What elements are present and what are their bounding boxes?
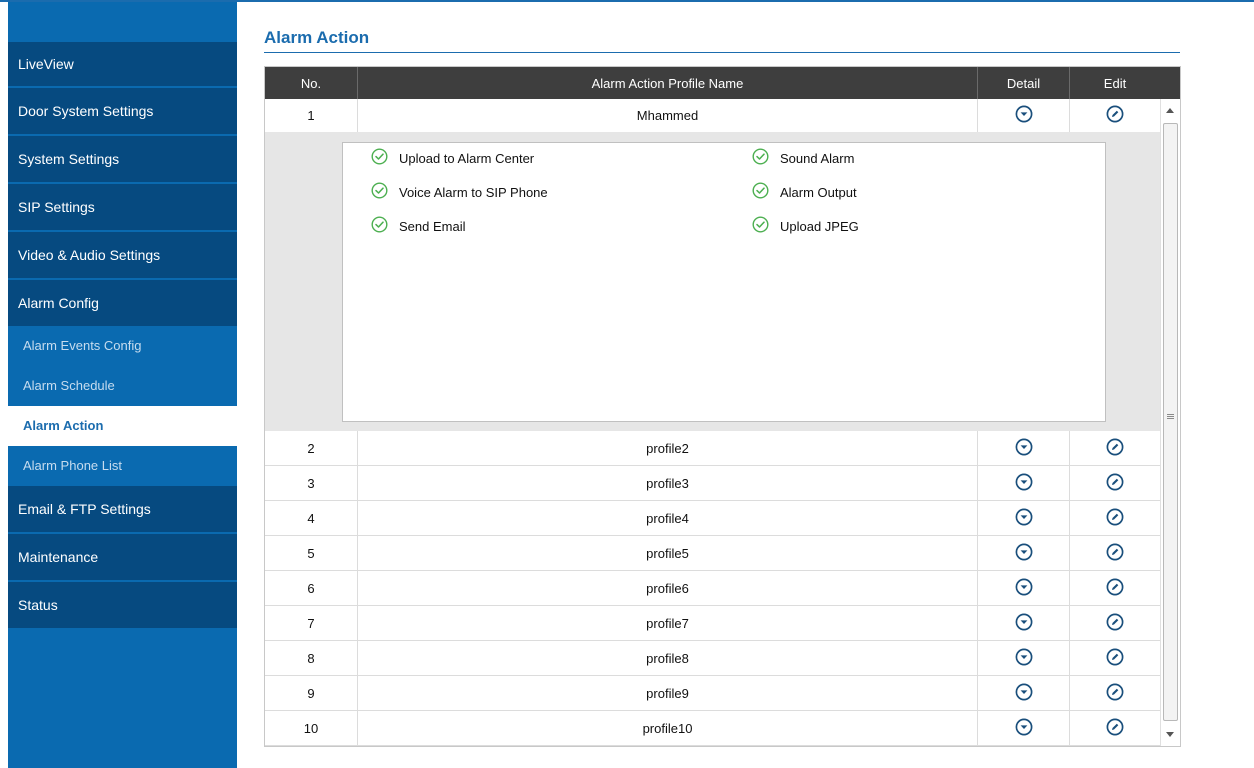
table-row: 6 profile6 [265,571,1180,606]
title-divider [264,52,1180,53]
row-profile-name: profile7 [358,606,978,640]
expanded-detail-panel: Upload to Alarm Center Voice Alarm to SI… [265,132,1180,431]
action-label: Voice Alarm to SIP Phone [399,184,548,200]
sidebar-item-email-ftp-settings[interactable]: Email & FTP Settings [8,486,237,532]
table-row: 8 profile8 [265,641,1180,676]
row-profile-name: profile4 [358,501,978,535]
table-row: 5 profile5 [265,536,1180,571]
row-number: 5 [265,536,358,570]
scroll-up-arrow-icon[interactable] [1166,108,1174,113]
chevron-down-circle-icon[interactable] [1015,718,1033,739]
action-item: Upload to Alarm Center [371,148,534,168]
check-circle-icon [371,216,399,236]
sidebar-item-door-system-settings[interactable]: Door System Settings [8,88,237,134]
sidebar-item-maintenance[interactable]: Maintenance [8,534,237,580]
table-row: 9 profile9 [265,676,1180,711]
row-number: 10 [265,711,358,745]
sidebar-subitem-alarm-schedule[interactable]: Alarm Schedule [8,366,237,406]
grip-icon [1167,414,1174,415]
sidebar-subitem-alarm-events-config[interactable]: Alarm Events Config [8,326,237,366]
pencil-circle-icon[interactable] [1106,105,1124,126]
check-circle-icon [752,148,780,168]
header-profile-name: Alarm Action Profile Name [358,67,978,99]
chevron-down-circle-icon[interactable] [1015,578,1033,599]
sidebar-item-liveview[interactable]: LiveView [8,42,237,86]
chevron-down-circle-icon[interactable] [1015,613,1033,634]
table-scrollbar[interactable] [1160,99,1180,746]
row-number: 3 [265,466,358,500]
action-item: Sound Alarm [752,148,854,168]
row-profile-name: profile3 [358,466,978,500]
pencil-circle-icon[interactable] [1106,578,1124,599]
header-detail: Detail [978,67,1070,99]
scroll-down-arrow-icon[interactable] [1166,732,1174,737]
chevron-down-circle-icon[interactable] [1015,438,1033,459]
chevron-down-circle-icon[interactable] [1015,543,1033,564]
pencil-circle-icon[interactable] [1106,508,1124,529]
alarm-action-table: No. Alarm Action Profile Name Detail Edi… [264,66,1181,747]
row-number: 2 [265,431,358,465]
header-no: No. [265,67,358,99]
table-row: 3 profile3 [265,466,1180,501]
action-item: Alarm Output [752,182,857,202]
sidebar-item-video-audio-settings[interactable]: Video & Audio Settings [8,232,237,278]
row-number: 8 [265,641,358,675]
table-row: 2 profile2 [265,431,1180,466]
sidebar-item-status[interactable]: Status [8,582,237,628]
row-profile-name: profile5 [358,536,978,570]
action-label: Sound Alarm [780,150,855,166]
pencil-circle-icon[interactable] [1106,683,1124,704]
row-profile-name: profile6 [358,571,978,605]
pencil-circle-icon[interactable] [1106,648,1124,669]
sidebar-subitem-alarm-phone-list[interactable]: Alarm Phone List [8,446,237,486]
chevron-down-circle-icon[interactable] [1015,473,1033,494]
table-row: 10 profile10 [265,711,1180,746]
row-number: 1 [265,99,358,132]
table-header: No. Alarm Action Profile Name Detail Edi… [265,67,1180,99]
pencil-circle-icon[interactable] [1106,613,1124,634]
row-profile-name: profile9 [358,676,978,710]
row-number: 7 [265,606,358,640]
row-profile-name: profile10 [358,711,978,745]
sidebar-subitem-alarm-action[interactable]: Alarm Action [8,406,237,446]
action-item: Send Email [371,216,465,236]
sidebar: LiveView Door System Settings System Set… [8,2,237,768]
check-circle-icon [371,182,399,202]
chevron-down-circle-icon[interactable] [1015,508,1033,529]
pencil-circle-icon[interactable] [1106,473,1124,494]
header-edit: Edit [1103,75,1127,91]
row-profile-name: profile8 [358,641,978,675]
page-title: Alarm Action [264,28,370,47]
row-profile-name: profile2 [358,431,978,465]
sidebar-item-alarm-config[interactable]: Alarm Config [8,280,237,326]
chevron-down-circle-icon[interactable] [1015,683,1033,704]
table-row: 1 Mhammed [265,99,1180,132]
pencil-circle-icon[interactable] [1106,438,1124,459]
action-label: Upload to Alarm Center [399,150,535,166]
check-circle-icon [752,182,780,202]
sidebar-nav: LiveView Door System Settings System Set… [8,42,237,630]
scrollbar-thumb[interactable] [1163,123,1178,721]
row-profile-name: Mhammed [358,99,978,132]
chevron-down-circle-icon[interactable] [1015,648,1033,669]
action-label: Upload JPEG [780,218,859,234]
action-item: Upload JPEG [752,216,859,236]
check-circle-icon [371,148,399,168]
chevron-down-circle-icon[interactable] [1015,105,1033,126]
sidebar-item-system-settings[interactable]: System Settings [8,136,237,182]
sidebar-item-sip-settings[interactable]: SIP Settings [8,184,237,230]
row-number: 9 [265,676,358,710]
table-row: 4 profile4 [265,501,1180,536]
action-detail-box: Upload to Alarm Center Voice Alarm to SI… [342,142,1106,422]
row-number: 4 [265,501,358,535]
pencil-circle-icon[interactable] [1106,543,1124,564]
action-item: Voice Alarm to SIP Phone [371,182,548,202]
action-label: Send Email [399,218,466,234]
pencil-circle-icon[interactable] [1106,718,1124,739]
table-row: 7 profile7 [265,606,1180,641]
check-circle-icon [752,216,780,236]
action-label: Alarm Output [780,184,857,200]
row-number: 6 [265,571,358,605]
